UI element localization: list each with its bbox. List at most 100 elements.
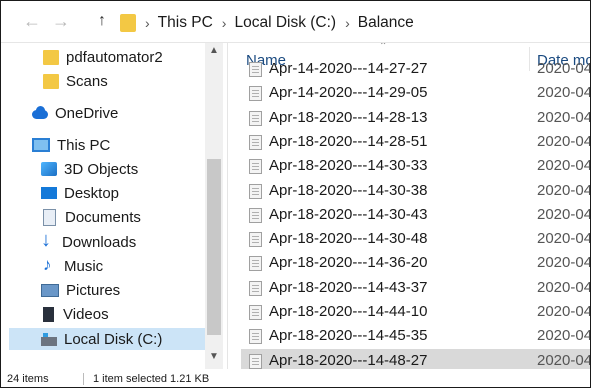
file-name: Apr-14-2020---14-29-05 [269,84,428,102]
computer-icon [32,138,50,152]
scrollbar-thumb[interactable] [207,159,221,335]
file-date: 2020-04 [537,132,591,150]
back-button[interactable]: ← [23,10,41,32]
file-row[interactable]: Apr-18-2020---14-30-38 2020-04 [241,179,591,201]
file-explorer-window: ← → ↑ › This PC › Local Disk (C:) › Bala… [0,0,591,388]
breadcrumb-this-pc[interactable]: This PC [158,14,213,32]
file-name: Apr-18-2020---14-28-13 [269,108,428,126]
address-bar: ← → ↑ › This PC › Local Disk (C:) › Bala… [1,1,590,43]
nav-item-label: Scans [66,72,108,90]
folder-icon [43,49,59,65]
nav-item-label: 3D Objects [64,160,139,178]
file-name: Apr-18-2020---14-28-51 [269,132,428,150]
file-date: 2020-04 [537,254,591,272]
file-icon [249,159,262,175]
forward-button[interactable]: → [52,10,70,32]
file-row[interactable]: Apr-18-2020---14-30-43 2020-04 [241,203,591,225]
breadcrumb-local-disk[interactable]: Local Disk (C:) [234,14,336,32]
breadcrumb-separator: › [145,15,150,31]
nav-item-pictures[interactable]: Pictures [41,279,120,301]
file-date: 2020-04 [537,205,591,223]
file-date: 2020-04 [537,181,591,199]
file-row[interactable]: Apr-18-2020---14-43-37 2020-04 [241,276,591,298]
pictures-icon [41,283,59,297]
file-date: 2020-04 [537,60,591,77]
nav-item-local-disk[interactable]: Local Disk (C:) [9,328,205,350]
nav-item-label: Downloads [62,233,137,251]
file-row[interactable]: Apr-18-2020---14-45-35 2020-04 [241,324,590,346]
file-row[interactable]: Apr-18-2020---14-30-48 2020-04 [241,227,591,249]
navigation-pane: pdfautomator2 Scans OneDrive This PC 3D … [1,43,227,369]
file-row[interactable]: Apr-14-2020---14-27-27 2020-04 [241,57,591,79]
sort-ascending-icon: ⌃ [379,43,388,52]
nav-item-label: Documents [65,208,141,226]
downloads-icon [41,229,55,252]
nav-item-downloads[interactable]: Downloads [41,229,137,253]
file-name: Apr-18-2020---14-30-33 [269,157,428,175]
file-date: 2020-04 [537,303,591,320]
nav-item-documents[interactable]: Documents [41,206,141,228]
nav-item-scans[interactable]: Scans [43,70,108,92]
nav-item-this-pc[interactable]: This PC [32,134,110,156]
nav-item-3d-objects[interactable]: 3D Objects [41,158,138,180]
file-name: Apr-18-2020---14-44-10 [269,303,428,320]
file-name: Apr-18-2020---14-30-43 [269,205,428,223]
file-date: 2020-04 [537,157,591,175]
nav-item-videos[interactable]: Videos [41,303,109,325]
file-name: Apr-14-2020---14-27-27 [269,60,428,77]
file-date: 2020-04 [537,351,591,369]
disk-icon [41,332,57,346]
nav-item-label: Videos [63,305,109,323]
file-name: Apr-18-2020---14-30-38 [269,181,428,199]
nav-item-desktop[interactable]: Desktop [41,182,119,204]
folder-icon [43,73,59,89]
scroll-down-icon[interactable]: ▼ [209,351,219,362]
file-row[interactable]: Apr-18-2020---14-44-10 2020-04 [241,300,591,322]
status-item-count: 24 items [7,373,49,385]
documents-icon [43,208,56,226]
file-icon [249,86,262,102]
file-date: 2020-04 [537,230,591,248]
file-row[interactable]: Apr-18-2020---14-30-33 2020-04 [241,154,591,176]
nav-item-pdfautomator2[interactable]: pdfautomator2 [43,46,163,68]
scroll-up-icon[interactable]: ▲ [209,45,219,56]
nav-item-music[interactable]: Music [41,255,103,277]
nav-scrollbar[interactable]: ▲ ▼ [205,43,223,369]
file-name: Apr-18-2020---14-36-20 [269,254,428,272]
file-row[interactable]: Apr-18-2020---14-48-27 2020-04 [241,348,591,369]
file-icon [249,110,262,126]
nav-item-label: Local Disk (C:) [64,330,163,348]
file-name: Apr-18-2020---14-48-27 [269,351,428,369]
breadcrumb[interactable]: › This PC › Local Disk (C:) › Balance [120,11,414,35]
breadcrumb-balance[interactable]: Balance [358,14,414,32]
desktop-icon [41,187,57,199]
status-bar: 24 items 1 item selected 1.21 KB [1,369,590,387]
file-name: Apr-18-2020---14-43-37 [269,278,428,296]
nav-item-label: Pictures [66,281,121,299]
file-row[interactable]: Apr-14-2020---14-29-05 2020-04 [241,81,590,103]
file-icon [249,329,262,345]
file-icon [249,353,262,369]
music-icon [41,255,57,275]
breadcrumb-separator: › [345,15,350,31]
nav-item-onedrive[interactable]: OneDrive [32,102,118,124]
onedrive-icon [32,106,48,120]
file-name: Apr-18-2020---14-30-48 [269,230,428,248]
file-date: 2020-04 [537,278,591,296]
file-icon [249,207,262,223]
up-button[interactable]: ↑ [98,10,106,32]
file-icon [249,62,262,77]
nav-item-label: pdfautomator2 [66,48,163,66]
divider [83,373,84,385]
pane-divider[interactable] [227,43,228,369]
nav-item-label: Music [64,257,104,275]
file-row[interactable]: Apr-18-2020---14-28-51 2020-04 [241,130,591,152]
file-icon [249,232,262,248]
3d-objects-icon [41,162,57,176]
file-row[interactable]: Apr-18-2020---14-36-20 2020-04 [241,251,591,273]
file-icon [249,305,262,320]
file-row[interactable]: Apr-18-2020---14-28-13 2020-04 [241,106,591,128]
status-selection: 1 item selected 1.21 KB [93,373,210,385]
nav-item-label: Desktop [64,184,120,202]
file-date: 2020-04 [537,108,591,126]
